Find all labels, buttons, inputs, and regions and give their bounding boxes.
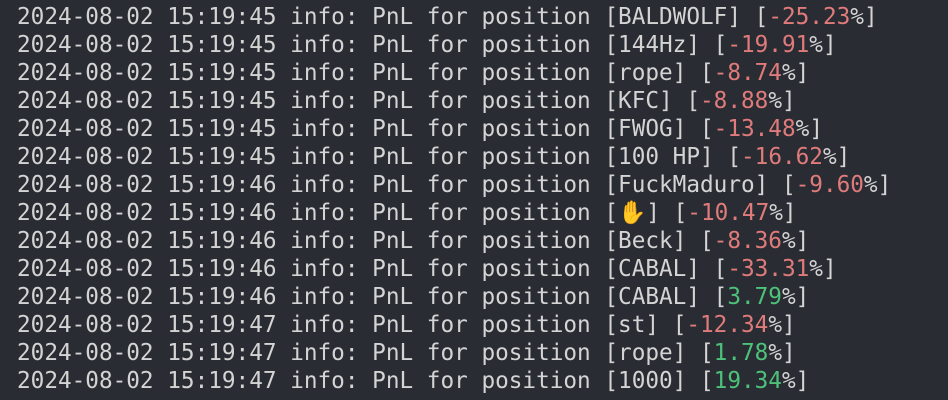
log-timestamp: 2024-08-02 15:19:45 [17,32,277,58]
pnl-value: -19.91 [727,32,810,58]
percent-sign: % [795,116,810,142]
log-message: PnL for position [372,60,591,86]
position-symbol: 1000 [618,368,673,394]
log-level: info: [290,228,359,254]
log-timestamp: 2024-08-02 15:19:45 [17,4,277,30]
log-message: PnL for position [372,88,591,114]
log-timestamp: 2024-08-02 15:19:46 [17,172,277,198]
pnl-value: -10.47 [687,200,770,226]
log-level: info: [290,368,359,394]
position-symbol: rope [618,60,673,86]
position-symbol: BALDWOLF [618,4,728,30]
log-level: info: [290,172,359,198]
log-line: 2024-08-02 15:19:45 info: PnL for positi… [17,88,796,114]
position-symbol: FWOG [618,116,673,142]
log-line: 2024-08-02 15:19:45 info: PnL for positi… [17,60,810,86]
log-timestamp: 2024-08-02 15:19:45 [17,144,277,170]
pnl-value: -12.34 [686,312,769,338]
position-symbol: rope [618,340,673,366]
terminal-output: 2024-08-02 15:19:45 info: PnL for positi… [17,3,891,395]
log-line: 2024-08-02 15:19:45 info: PnL for positi… [17,32,837,58]
pnl-value: -8.36 [713,228,782,254]
log-line: 2024-08-02 15:19:47 info: PnL for positi… [17,368,810,394]
log-line: 2024-08-02 15:19:45 info: PnL for positi… [17,4,878,30]
log-level: info: [290,312,359,338]
pnl-value: -8.88 [700,88,769,114]
position-symbol: CABAL [618,284,687,310]
log-level: info: [290,340,359,366]
percent-sign: % [768,88,782,114]
percent-sign: % [809,256,823,282]
position-symbol: Beck [618,228,673,254]
pnl-value: 19.34 [713,368,782,394]
percent-sign: % [781,228,796,254]
percent-sign: % [781,368,796,394]
percent-sign: % [850,4,864,30]
log-timestamp: 2024-08-02 15:19:46 [17,256,277,282]
position-symbol: CABAL [618,256,687,282]
log-timestamp: 2024-08-02 15:19:45 [17,60,277,86]
log-line: 2024-08-02 15:19:46 info: PnL for positi… [17,200,797,226]
log-message: PnL for position [372,200,591,226]
percent-sign: % [863,172,878,198]
percent-sign: % [768,340,782,366]
log-timestamp: 2024-08-02 15:19:45 [17,116,277,142]
log-message: PnL for position [372,116,591,142]
percent-sign: % [769,200,783,226]
percent-sign: % [781,60,796,86]
log-line: 2024-08-02 15:19:47 info: PnL for positi… [17,340,796,366]
log-level: info: [290,200,359,226]
percent-sign: % [781,284,796,310]
log-line: 2024-08-02 15:19:45 info: PnL for positi… [17,116,823,142]
log-message: PnL for position [372,340,591,366]
log-level: info: [290,256,359,282]
log-line: 2024-08-02 15:19:46 info: PnL for positi… [17,228,810,254]
log-level: info: [290,4,359,30]
log-timestamp: 2024-08-02 15:19:47 [17,368,277,394]
percent-sign: % [768,312,782,338]
log-message: PnL for position [372,284,591,310]
position-symbol: st [618,312,646,338]
pnl-value: -16.62 [741,144,823,170]
pnl-value: 1.78 [713,340,769,366]
pnl-value: -8.74 [713,60,782,86]
log-timestamp: 2024-08-02 15:19:45 [17,88,277,114]
pnl-value: -25.23 [768,4,851,30]
log-message: PnL for position [372,256,591,282]
log-line: 2024-08-02 15:19:45 info: PnL for positi… [17,144,851,170]
log-level: info: [290,88,359,114]
percent-sign: % [822,144,837,170]
log-message: PnL for position [372,144,591,170]
position-symbol: 100 HP [618,144,701,170]
log-line: 2024-08-02 15:19:46 info: PnL for positi… [17,284,810,310]
position-symbol: FuckMaduro [618,172,755,198]
log-timestamp: 2024-08-02 15:19:46 [17,284,277,310]
log-message: PnL for position [372,172,591,198]
pnl-value: -13.48 [713,116,796,142]
pnl-value: -9.60 [795,172,864,198]
log-timestamp: 2024-08-02 15:19:47 [17,340,277,366]
log-message: PnL for position [372,228,591,254]
position-symbol: KFC [618,88,660,114]
log-timestamp: 2024-08-02 15:19:47 [17,312,277,338]
pnl-value: 3.79 [727,284,782,310]
pnl-value: -33.31 [727,256,810,282]
log-line: 2024-08-02 15:19:46 info: PnL for positi… [17,256,837,282]
position-symbol: ✋ [618,200,647,226]
log-line: 2024-08-02 15:19:46 info: PnL for positi… [17,172,892,198]
log-message: PnL for position [372,312,591,338]
percent-sign: % [809,32,823,58]
log-level: info: [290,284,359,310]
log-message: PnL for position [372,32,591,58]
position-symbol: 144Hz [618,32,687,58]
log-level: info: [290,60,359,86]
log-message: PnL for position [372,4,591,30]
log-line: 2024-08-02 15:19:47 info: PnL for positi… [17,312,796,338]
log-timestamp: 2024-08-02 15:19:46 [17,200,277,226]
log-timestamp: 2024-08-02 15:19:46 [17,228,277,254]
log-level: info: [290,32,359,58]
log-message: PnL for position [372,368,591,394]
log-level: info: [290,144,359,170]
log-level: info: [290,116,359,142]
